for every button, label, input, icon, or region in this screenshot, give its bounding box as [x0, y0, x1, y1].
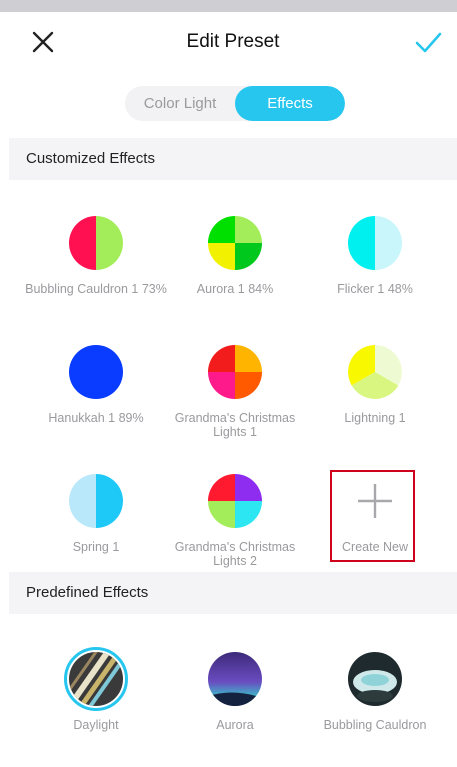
effect-item[interactable]: Grandma's Christmas Lights 2: [160, 474, 310, 568]
tab-effects[interactable]: Effects: [235, 86, 345, 121]
create-new-highlight: [330, 470, 415, 562]
aurora-thumbnail: [208, 652, 262, 706]
selected-ring: [64, 647, 128, 711]
mode-segmented-control: Color Light Effects: [125, 86, 345, 121]
effect-label: Grandma's Christmas Lights 2: [174, 540, 296, 568]
effect-swatch: [208, 216, 262, 270]
effect-swatch: [348, 216, 402, 270]
effect-label: Flicker 1 48%: [337, 282, 413, 296]
predefined-item-daylight[interactable]: Daylight: [21, 647, 171, 732]
section-header-customized: Customized Effects: [9, 138, 457, 180]
header: Edit Preset: [9, 12, 457, 72]
effect-swatch: [69, 474, 123, 528]
effect-label: Hanukkah 1 89%: [48, 411, 144, 425]
effect-label: Bubbling Cauldron 1 73%: [25, 282, 167, 296]
predefined-item-bubbling-cauldron[interactable]: Bubbling Cauldron: [300, 652, 450, 732]
effect-label: Grandma's Christmas Lights 1: [174, 411, 296, 439]
done-button[interactable]: [413, 28, 443, 58]
effect-item[interactable]: Hanukkah 1 89%: [21, 345, 171, 425]
effect-label: Lightning 1: [344, 411, 406, 425]
bubbling-cauldron-thumbnail: [348, 652, 402, 706]
effect-label: Spring 1: [72, 540, 120, 554]
page-title: Edit Preset: [186, 31, 280, 52]
effect-item[interactable]: Grandma's Christmas Lights 1: [160, 345, 310, 439]
effect-label: Aurora 1 84%: [196, 282, 274, 296]
effect-item[interactable]: Aurora 1 84%: [160, 216, 310, 296]
effect-item[interactable]: Lightning 1: [300, 345, 450, 425]
predefined-label: Aurora: [216, 718, 254, 732]
effect-item[interactable]: Spring 1: [21, 474, 171, 554]
effect-swatch: [69, 216, 123, 270]
predefined-label: Daylight: [73, 718, 119, 732]
predefined-item-aurora[interactable]: Aurora: [160, 652, 310, 732]
effect-item[interactable]: Bubbling Cauldron 1 73%: [21, 216, 171, 296]
predefined-label: Bubbling Cauldron: [323, 718, 427, 732]
daylight-thumbnail: [69, 652, 123, 706]
tab-color-light[interactable]: Color Light: [125, 86, 235, 121]
edit-preset-screen: Edit Preset Color Light Effects Customiz…: [9, 12, 457, 767]
effect-swatch: [348, 345, 402, 399]
effect-swatch: [208, 345, 262, 399]
effect-swatch: [208, 474, 262, 528]
effect-item[interactable]: Flicker 1 48%: [300, 216, 450, 296]
status-bar-strip: [0, 0, 457, 12]
effect-swatch: [69, 345, 123, 399]
checkmark-icon: [415, 32, 442, 53]
section-header-predefined: Predefined Effects: [9, 572, 457, 614]
predefined-effects-grid: Daylight Aurora Bubbling Cauldron: [9, 614, 457, 764]
